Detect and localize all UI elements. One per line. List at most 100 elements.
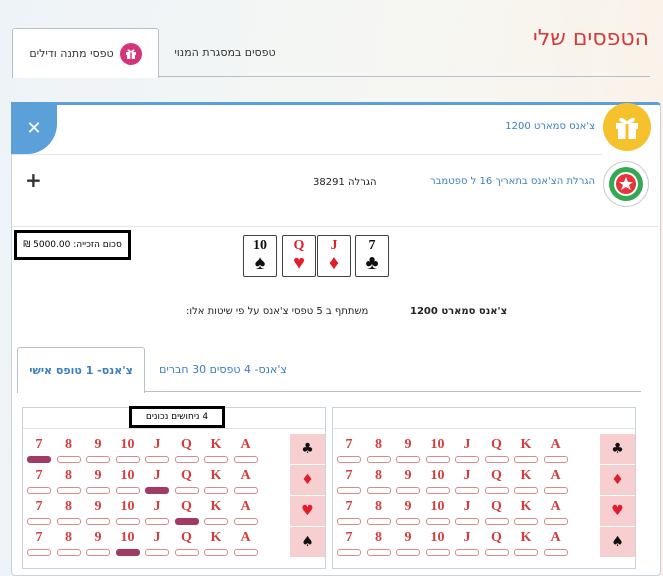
rank-cell[interactable]: J	[142, 499, 172, 525]
rank-cell[interactable]: Q	[172, 499, 202, 525]
rank-cell[interactable]: J	[142, 437, 172, 463]
rank-cell[interactable]: A	[231, 468, 261, 494]
tab-group-forms[interactable]: צ'אנס- 4 טפסים 30 חברים	[148, 347, 298, 391]
rank-cell[interactable]: 9	[83, 468, 113, 494]
selection-pill	[484, 518, 509, 525]
selection-pill	[484, 549, 509, 556]
selection-pill	[115, 549, 140, 556]
heart-icon: ♥	[293, 252, 305, 274]
rank-cell[interactable]: A	[541, 499, 571, 525]
tab-gift-forms[interactable]: טפסי מתנה ודילים	[12, 28, 159, 78]
rank-cell[interactable]: 8	[54, 530, 84, 556]
rank-cell[interactable]: 8	[364, 499, 394, 525]
rank-cell[interactable]: 10	[113, 468, 143, 494]
rank-cell[interactable]: Q	[482, 437, 512, 463]
rank-cell[interactable]: 7	[334, 468, 364, 494]
selection-pill	[425, 518, 450, 525]
chance-board: 4 ניחושים נכונים 7 8 9 10 J Q K A ♣ 7 8 9 10 J Q K A ♦ 7 8 9…	[22, 406, 326, 569]
rank-cell[interactable]: 7	[24, 468, 54, 494]
selection-pill	[366, 487, 391, 494]
selection-pill	[484, 487, 509, 494]
rank-cell[interactable]: A	[231, 499, 261, 525]
selection-pill	[115, 518, 140, 525]
rank-cell[interactable]: A	[231, 437, 261, 463]
expand-plus-icon[interactable]: +	[25, 168, 42, 192]
club-icon: ♣	[290, 434, 325, 464]
rank-cell[interactable]: 9	[393, 530, 423, 556]
rank-cell[interactable]: Q	[482, 499, 512, 525]
rank-cell[interactable]: K	[511, 468, 541, 494]
tab-gift-label: טפסי מתנה ודילים	[29, 47, 114, 60]
rank-cell[interactable]: J	[142, 530, 172, 556]
rank-cell[interactable]: Q	[172, 530, 202, 556]
board-row: 7 8 9 10 J Q K A ♥	[23, 496, 325, 529]
rank-cell[interactable]: A	[541, 530, 571, 556]
rank-cell[interactable]: J	[452, 437, 482, 463]
diamond-icon: ♦	[600, 465, 635, 495]
rank-cell[interactable]: K	[201, 530, 231, 556]
rank-cell[interactable]: K	[201, 499, 231, 525]
rank-cell[interactable]: 10	[113, 530, 143, 556]
rank-cell[interactable]: Q	[482, 468, 512, 494]
rank-cell[interactable]: J	[452, 499, 482, 525]
rank-cell[interactable]: A	[541, 468, 571, 494]
rank-cell[interactable]: K	[511, 437, 541, 463]
lottery-logo-icon	[603, 161, 649, 207]
rank-cell[interactable]: J	[142, 468, 172, 494]
rank-cell[interactable]: 7	[24, 437, 54, 463]
selection-pill	[86, 487, 110, 494]
rank-cell[interactable]: J	[452, 468, 482, 494]
draw-date-link[interactable]: הגרלת הצ'אנס בתאריך 16 ל ספטמבר	[430, 176, 595, 187]
selection-pill	[366, 518, 391, 525]
selection-pill	[366, 549, 391, 556]
rank-cell[interactable]: 7	[24, 499, 54, 525]
diamond-icon: ♦	[290, 465, 325, 495]
selection-pill	[543, 518, 568, 525]
selection-pill	[204, 487, 228, 494]
rank-cell[interactable]: J	[452, 530, 482, 556]
rank-cell[interactable]: 9	[83, 499, 113, 525]
rank-cell[interactable]: 10	[423, 468, 453, 494]
rank-cell[interactable]: A	[541, 437, 571, 463]
chance-board: 7 8 9 10 J Q K A ♣ 7 8 9 10 J Q K A ♦ 7 8 9 10 J Q K A ♥ 7 8 9 10 J Q K A ♠	[332, 407, 636, 569]
rank-cell[interactable]: A	[231, 530, 261, 556]
rank-cell[interactable]: 8	[364, 437, 394, 463]
tab-personal-form[interactable]: צ'אנס- 1 טופס אישי	[17, 347, 145, 393]
rank-cell[interactable]: K	[201, 468, 231, 494]
heart-icon: ♥	[290, 496, 325, 526]
rank-cell[interactable]: 7	[334, 437, 364, 463]
rank-cell[interactable]: K	[201, 437, 231, 463]
rank-cell[interactable]: 9	[393, 499, 423, 525]
rank-cell[interactable]: K	[511, 499, 541, 525]
board-row: 7 8 9 10 J Q K A ♣	[23, 434, 325, 467]
rank-cell[interactable]: 7	[24, 530, 54, 556]
rank-cell[interactable]: 8	[54, 468, 84, 494]
rank-cell[interactable]: Q	[172, 468, 202, 494]
rank-cell[interactable]: Q	[482, 530, 512, 556]
rank-cell[interactable]: 10	[423, 530, 453, 556]
rank-cell[interactable]: 10	[423, 499, 453, 525]
rank-cell[interactable]: 9	[393, 437, 423, 463]
rank-cell[interactable]: 7	[334, 530, 364, 556]
form-name[interactable]: צ'אנס סמארט 1200	[505, 121, 595, 132]
rank-cell[interactable]: 7	[334, 499, 364, 525]
rank-cell[interactable]: 8	[54, 499, 84, 525]
rank-cell[interactable]: 9	[83, 530, 113, 556]
rank-cell[interactable]: 9	[393, 468, 423, 494]
rank-cell[interactable]: 10	[423, 437, 453, 463]
rank-cell[interactable]: 10	[113, 499, 143, 525]
rank-cell[interactable]: K	[511, 530, 541, 556]
card-3: J ♦	[317, 235, 351, 277]
card-2: Q ♥	[282, 235, 316, 277]
rank-cell[interactable]: 8	[54, 437, 84, 463]
rank-cell[interactable]: 10	[113, 437, 143, 463]
tab-subscription-forms[interactable]: טפסים במסגרת המנוי	[160, 28, 290, 76]
rank-cell[interactable]: 8	[364, 530, 394, 556]
club-icon: ♣	[600, 434, 635, 464]
participation-text: משתתף ב 5 טפסי צ'אנס על פי שיטות אלו:	[186, 306, 369, 317]
selection-pill	[233, 549, 258, 556]
rank-cell[interactable]: 8	[364, 468, 394, 494]
rank-cell[interactable]: 9	[83, 437, 113, 463]
rank-cell[interactable]: Q	[172, 437, 202, 463]
selection-pill	[204, 456, 228, 463]
